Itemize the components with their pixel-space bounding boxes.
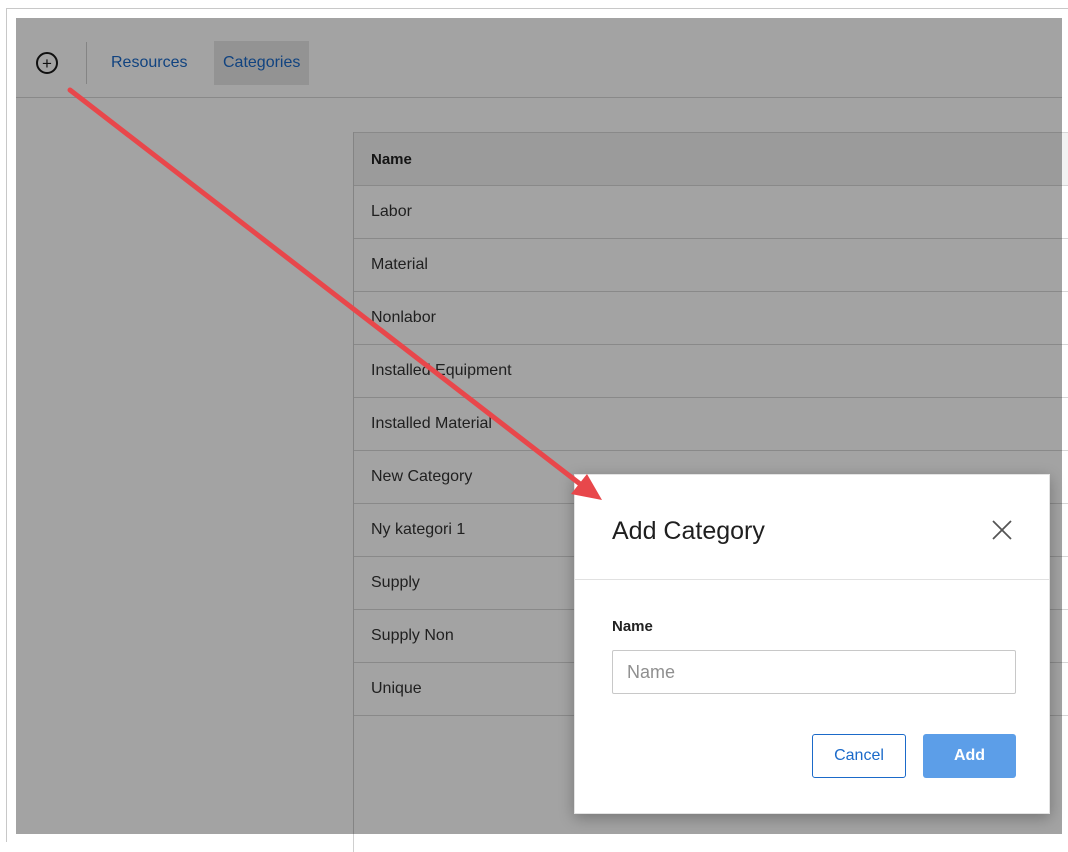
- cancel-button[interactable]: Cancel: [812, 734, 906, 778]
- name-field-label: Name: [612, 618, 653, 635]
- name-input[interactable]: [612, 650, 1016, 694]
- close-icon[interactable]: [989, 517, 1015, 543]
- dialog-divider: [575, 579, 1049, 580]
- add-button[interactable]: Add: [923, 734, 1016, 778]
- dialog-title: Add Category: [612, 517, 765, 545]
- add-category-dialog: Add Category Name Cancel Add: [574, 474, 1050, 814]
